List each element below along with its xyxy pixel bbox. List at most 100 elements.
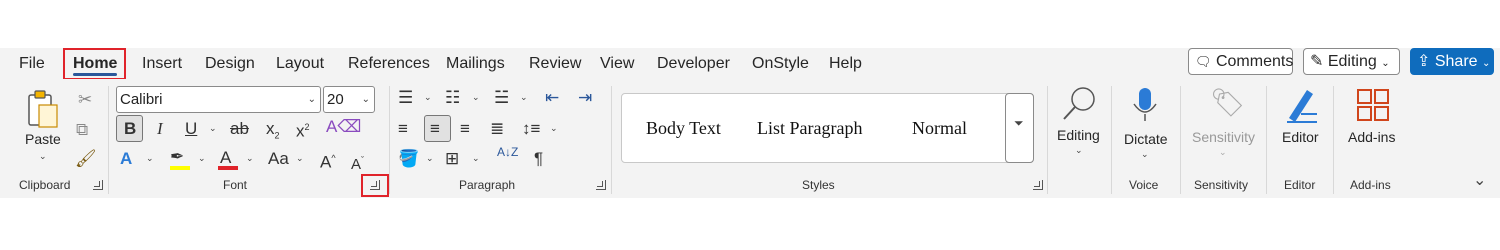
cut-icon[interactable]: ✂	[78, 90, 92, 110]
font-color-button[interactable]: A	[220, 148, 231, 168]
chevron-down-icon[interactable]: ⌄	[246, 153, 254, 164]
align-left-icon[interactable]: ≡	[398, 119, 408, 139]
dictate-label: Dictate	[1124, 131, 1168, 147]
group-separator	[611, 86, 612, 194]
copy-icon[interactable]: ⧉	[76, 120, 88, 140]
font-name-select[interactable]: Calibri ⌄	[116, 86, 321, 113]
share-button[interactable]: ⇪ Share ⌄	[1410, 48, 1494, 75]
chevron-down-icon[interactable]: ⌄	[296, 153, 304, 164]
superscript-button[interactable]: x2	[296, 117, 310, 142]
tab-review[interactable]: Review	[529, 48, 581, 79]
chevron-down-icon: ⌄	[1482, 58, 1491, 69]
align-center-icon[interactable]: ≡	[430, 119, 440, 139]
group-separator	[1333, 86, 1334, 194]
clear-formatting-icon[interactable]: A⌫	[326, 117, 361, 137]
numbering-icon[interactable]: ☷	[445, 88, 460, 108]
tab-help[interactable]: Help	[829, 48, 862, 79]
line-spacing-icon[interactable]: ↕≡	[522, 119, 540, 139]
chevron-down-icon[interactable]: ⌄	[472, 92, 480, 103]
font-name-value: Calibri	[120, 91, 163, 108]
group-separator	[389, 86, 390, 194]
borders-icon[interactable]: ⊞	[445, 149, 459, 169]
underline-button[interactable]: U	[185, 119, 197, 139]
clipboard-group-label: Clipboard	[19, 178, 71, 192]
tab-layout[interactable]: Layout	[276, 48, 324, 79]
chevron-down-icon[interactable]: ⌄	[472, 153, 480, 164]
increase-indent-icon[interactable]: ⇥	[578, 88, 592, 108]
align-right-icon[interactable]: ≡	[460, 119, 470, 139]
comments-label: Comments	[1215, 53, 1294, 70]
style-body-text[interactable]: Body Text	[646, 118, 721, 139]
italic-button[interactable]: I	[157, 119, 163, 139]
shrink-font-label: A	[351, 156, 362, 173]
chevron-down-icon: ⌄	[307, 94, 316, 105]
collapse-ribbon-chevron-icon[interactable]: ⌄	[1473, 170, 1486, 190]
styles-gallery-more-button[interactable]: ⏷	[1005, 93, 1034, 163]
show-formatting-marks-icon[interactable]: ¶	[534, 149, 543, 169]
styles-dialog-launcher-icon[interactable]	[1033, 180, 1043, 190]
styles-group-label: Styles	[802, 178, 835, 192]
paste-icon	[28, 90, 58, 128]
chevron-down-icon[interactable]: ⌄	[209, 123, 217, 134]
search-icon	[1063, 87, 1095, 120]
dictate-button[interactable]: Dictate ⌄	[1120, 86, 1170, 166]
shrink-font-button[interactable]: Aˇ	[351, 150, 364, 175]
editing-mode-button[interactable]: ✎ Editing ⌄	[1303, 48, 1400, 75]
grow-font-label: A	[320, 152, 332, 172]
justify-icon[interactable]: ≣	[490, 119, 504, 139]
chevron-down-icon[interactable]: ⌄	[146, 153, 154, 164]
editing-mode-label: Editing	[1327, 53, 1377, 70]
highlight-pen-icon[interactable]: ✒	[170, 147, 184, 167]
chevron-down-icon[interactable]: ⌄	[198, 153, 206, 164]
shading-icon[interactable]: 🪣	[398, 149, 419, 169]
text-effects-button[interactable]: A	[120, 149, 132, 169]
comments-button[interactable]: 🗨 Comments	[1188, 48, 1293, 75]
chevron-down-icon[interactable]: ⌄	[424, 92, 432, 103]
paragraph-dialog-launcher-icon[interactable]	[596, 180, 606, 190]
chevron-down-icon: ⌄	[361, 94, 370, 105]
change-case-button[interactable]: Aa	[268, 149, 289, 169]
grow-font-button[interactable]: A^	[320, 148, 336, 173]
sensitivity-button[interactable]: 🏷 Sensitivity ⌄	[1190, 86, 1256, 166]
chevron-down-icon: ⌄	[39, 151, 47, 161]
editor-button[interactable]: Editor	[1278, 86, 1324, 156]
tab-design[interactable]: Design	[205, 48, 255, 79]
sensitivity-label: Sensitivity	[1192, 129, 1256, 145]
editing-label: Editing	[1057, 127, 1100, 143]
chevron-down-icon: ⌄	[1219, 147, 1227, 157]
font-size-select[interactable]: 20 ⌄	[323, 86, 375, 113]
paste-button[interactable]: Paste ⌄	[25, 89, 63, 169]
chevron-down-icon[interactable]: ⌄	[520, 92, 528, 103]
bold-button[interactable]: B	[124, 119, 136, 139]
editing-button[interactable]: Editing ⌄	[1055, 85, 1103, 165]
microphone-icon	[1133, 88, 1157, 121]
tab-mailings[interactable]: Mailings	[446, 48, 505, 79]
add-ins-button[interactable]: Add-ins	[1345, 86, 1401, 156]
highlight-box-font-launcher	[361, 174, 389, 197]
style-normal[interactable]: Normal	[912, 118, 967, 139]
paste-label: Paste	[25, 131, 61, 147]
subscript-button[interactable]: x2	[266, 119, 280, 145]
tab-view[interactable]: View	[600, 48, 634, 79]
tab-onstyle[interactable]: OnStyle	[752, 48, 809, 79]
tab-file[interactable]: File	[19, 48, 45, 79]
format-painter-icon[interactable]: 🖌	[75, 149, 97, 169]
highlight-box-home-tab	[63, 48, 126, 80]
comment-icon: 🗨	[1195, 54, 1212, 69]
group-separator	[1266, 86, 1267, 194]
highlight-color-bar	[170, 166, 190, 170]
tab-insert[interactable]: Insert	[142, 48, 182, 79]
style-list-paragraph[interactable]: List Paragraph	[757, 118, 873, 139]
strikethrough-button[interactable]: ab	[230, 119, 249, 139]
clipboard-dialog-launcher-icon[interactable]	[93, 180, 103, 190]
chevron-down-icon[interactable]: ⌄	[426, 153, 434, 164]
chevron-down-icon[interactable]: ⌄	[550, 123, 558, 134]
sort-button[interactable]: A↓Z	[497, 146, 518, 158]
group-separator	[108, 86, 109, 194]
decrease-indent-icon[interactable]: ⇤	[545, 88, 559, 108]
tab-developer[interactable]: Developer	[657, 48, 730, 79]
multilevel-list-icon[interactable]: ☱	[494, 88, 509, 108]
bullets-icon[interactable]: ☰	[398, 88, 413, 108]
tab-references[interactable]: References	[348, 48, 430, 79]
chevron-down-icon: ⌄	[1075, 145, 1083, 155]
